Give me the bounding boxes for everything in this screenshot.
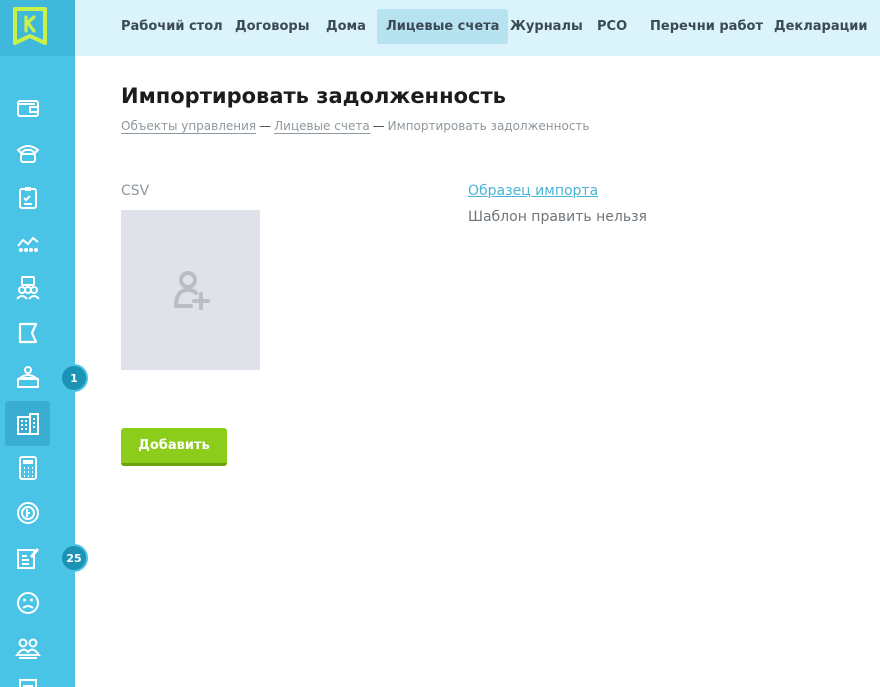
document-icon[interactable] xyxy=(13,676,43,687)
add-user-icon xyxy=(173,271,210,310)
edit-note-icon[interactable] xyxy=(13,543,43,573)
flag-icon[interactable] xyxy=(13,318,43,348)
sidebar: 1 25 xyxy=(0,0,88,687)
nav-item-contracts[interactable]: Договоры xyxy=(226,9,318,44)
breadcrumb-separator: — xyxy=(259,119,272,133)
dispatcher-badge: 1 xyxy=(60,364,88,392)
nav-item-houses[interactable]: Дома xyxy=(317,9,375,44)
phone-icon[interactable] xyxy=(13,138,43,168)
sample-note: Шаблон править нельзя xyxy=(468,209,647,225)
breadcrumb: Объекты управления — Лицевые счета — Импорти… xyxy=(121,119,590,134)
team-icon[interactable] xyxy=(13,273,43,303)
logo-icon xyxy=(13,7,47,45)
breadcrumb-link-accounts[interactable]: Лицевые счета xyxy=(274,119,370,134)
analytics-icon[interactable] xyxy=(13,228,43,258)
breadcrumb-separator: — xyxy=(372,119,385,133)
csv-upload-dropzone[interactable] xyxy=(121,210,260,370)
logo-area[interactable] xyxy=(0,0,75,56)
nav-item-accounts[interactable]: Лицевые счета xyxy=(377,9,509,44)
nav-item-rso[interactable]: РСО xyxy=(588,9,636,44)
people-icon[interactable] xyxy=(13,633,43,663)
add-button[interactable]: Добавить xyxy=(121,428,227,466)
breadcrumb-link-objects[interactable]: Объекты управления xyxy=(121,119,257,134)
dispatcher-icon[interactable] xyxy=(13,363,43,393)
clipboard-icon[interactable] xyxy=(13,183,43,213)
breadcrumb-current: Импортировать задолженность xyxy=(387,119,590,133)
building-icon[interactable] xyxy=(5,401,50,446)
coin-icon[interactable] xyxy=(13,498,43,528)
sad-face-icon[interactable] xyxy=(13,588,43,618)
nav-item-declarations[interactable]: Декларации xyxy=(765,9,876,44)
sample-import-link[interactable]: Образец импорта xyxy=(468,183,598,199)
calculator-icon[interactable] xyxy=(13,453,43,483)
top-navigation: Рабочий стол Договоры Дома Лицевые счета… xyxy=(75,0,880,56)
nav-item-dashboard[interactable]: Рабочий стол xyxy=(112,9,232,44)
csv-label: CSV xyxy=(121,183,150,199)
wallet-icon[interactable] xyxy=(13,93,43,123)
nav-item-work-lists[interactable]: Перечни работ xyxy=(641,9,772,44)
nav-item-journals[interactable]: Журналы xyxy=(501,9,592,44)
page-title: Импортировать задолженность xyxy=(121,84,506,108)
edit-note-badge: 25 xyxy=(60,544,88,572)
